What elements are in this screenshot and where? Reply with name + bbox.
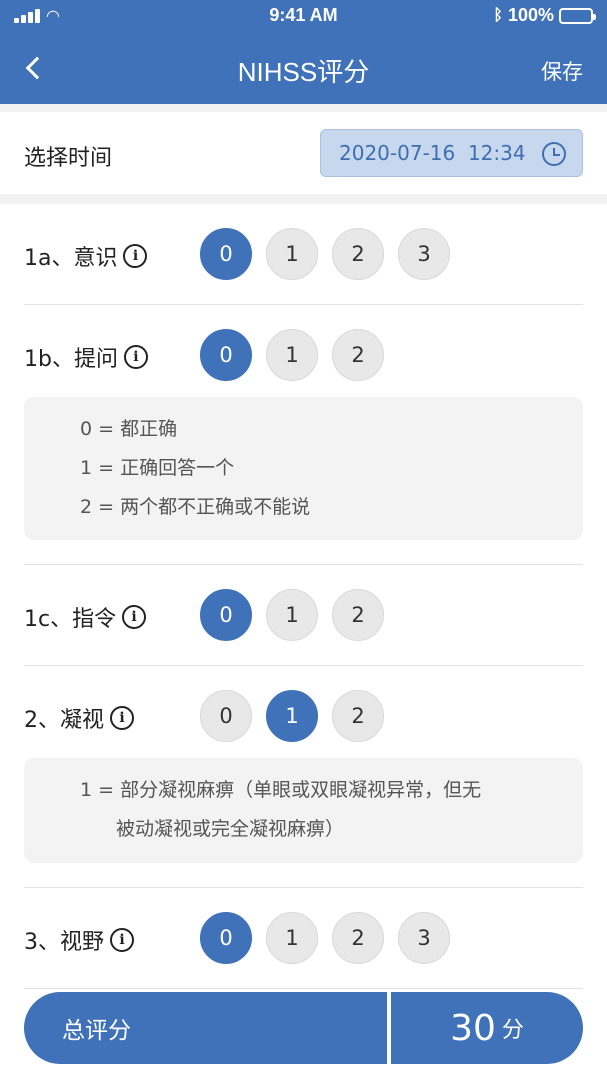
bluetooth-icon: ᛒ — [493, 6, 503, 24]
info-icon[interactable]: i — [110, 928, 134, 952]
score-options: 0 1 2 3 — [200, 912, 450, 964]
score-options: 0 1 2 — [200, 690, 384, 742]
status-bar: ◠ 9:41 AM ᛒ 100% — [0, 0, 607, 34]
score-option-1[interactable]: 1 — [266, 690, 318, 742]
score-option-1[interactable]: 1 — [266, 912, 318, 964]
score-item-1b: 1b、提问 i 0 1 2 — [0, 305, 607, 405]
score-option-3[interactable]: 3 — [398, 228, 450, 280]
item-label: 1a、意识 — [24, 246, 118, 271]
score-item-2: 2、凝视 i 0 1 2 — [0, 666, 607, 766]
description-line: 1 = 正确回答一个 — [80, 457, 235, 479]
description-box: 1 = 部分凝视麻痹（单眼或双眼凝视异常，但无 被动凝视或完全凝视麻痹） — [24, 758, 583, 863]
score-option-2[interactable]: 2 — [332, 690, 384, 742]
clock-icon — [542, 142, 566, 166]
score-option-2[interactable]: 2 — [332, 329, 384, 381]
page-title: NIHSS评分 — [237, 57, 370, 87]
description-line: 2 = 两个都不正确或不能说 — [80, 496, 311, 518]
item-label: 1b、提问 — [24, 347, 118, 372]
score-option-0[interactable]: 0 — [200, 329, 252, 381]
description-line: 0 = 都正确 — [80, 418, 178, 440]
score-option-2[interactable]: 2 — [332, 912, 384, 964]
app-header: ◠ 9:41 AM ᛒ 100% NIHSS评分 保存 — [0, 0, 607, 104]
item-label: 1c、指令 — [24, 607, 117, 632]
section-gap — [0, 194, 607, 204]
total-value: 30 — [450, 1007, 496, 1049]
score-item-1a: 1a、意识 i 0 1 2 3 — [0, 204, 607, 304]
score-option-0[interactable]: 0 — [200, 589, 252, 641]
score-option-1[interactable]: 1 — [266, 589, 318, 641]
score-option-2[interactable]: 2 — [332, 589, 384, 641]
item-label: 3、视野 — [24, 930, 104, 955]
score-options: 0 1 2 — [200, 589, 384, 641]
description-box: 0 = 都正确 1 = 正确回答一个 2 = 两个都不正确或不能说 — [24, 397, 583, 540]
total-value-panel: 30 分 — [391, 992, 583, 1064]
item-label: 2、凝视 — [24, 708, 104, 733]
info-icon[interactable]: i — [110, 706, 134, 730]
save-button[interactable]: 保存 — [541, 56, 583, 86]
score-option-3[interactable]: 3 — [398, 912, 450, 964]
time-label: 选择时间 — [24, 146, 113, 171]
info-icon[interactable]: i — [122, 605, 147, 629]
description-line: 1 = 部分凝视麻痹（单眼或双眼凝视异常，但无 — [80, 779, 482, 801]
score-option-0[interactable]: 0 — [200, 228, 252, 280]
score-item-3: 3、视野 i 0 1 2 3 — [0, 888, 607, 988]
datetime-value: 2020-07-16 12:34 — [339, 141, 526, 165]
total-label-panel: 总评分 — [24, 992, 387, 1064]
time-select-row: 选择时间 2020-07-16 12:34 — [0, 112, 607, 194]
battery-percent: 100% — [507, 5, 554, 25]
score-options: 0 1 2 — [200, 329, 384, 381]
description-line: 被动凝视或完全凝视麻痹） — [116, 818, 345, 840]
score-option-2[interactable]: 2 — [332, 228, 384, 280]
info-icon[interactable]: i — [123, 244, 148, 268]
total-label: 总评分 — [62, 1018, 131, 1044]
datetime-picker[interactable]: 2020-07-16 12:34 — [320, 129, 583, 177]
score-option-1[interactable]: 1 — [266, 228, 318, 280]
score-option-0[interactable]: 0 — [200, 912, 252, 964]
total-score-bar: 总评分 30 分 — [24, 992, 583, 1064]
score-option-1[interactable]: 1 — [266, 329, 318, 381]
battery-icon — [559, 7, 596, 24]
score-options: 0 1 2 3 — [200, 228, 450, 280]
total-unit: 分 — [501, 1018, 524, 1043]
divider — [24, 988, 583, 989]
score-item-1c: 1c、指令 i 0 1 2 — [0, 565, 607, 665]
score-option-0[interactable]: 0 — [200, 690, 252, 742]
bottom-edge — [0, 1064, 607, 1080]
section-gap — [0, 104, 607, 112]
info-icon[interactable]: i — [123, 345, 148, 369]
